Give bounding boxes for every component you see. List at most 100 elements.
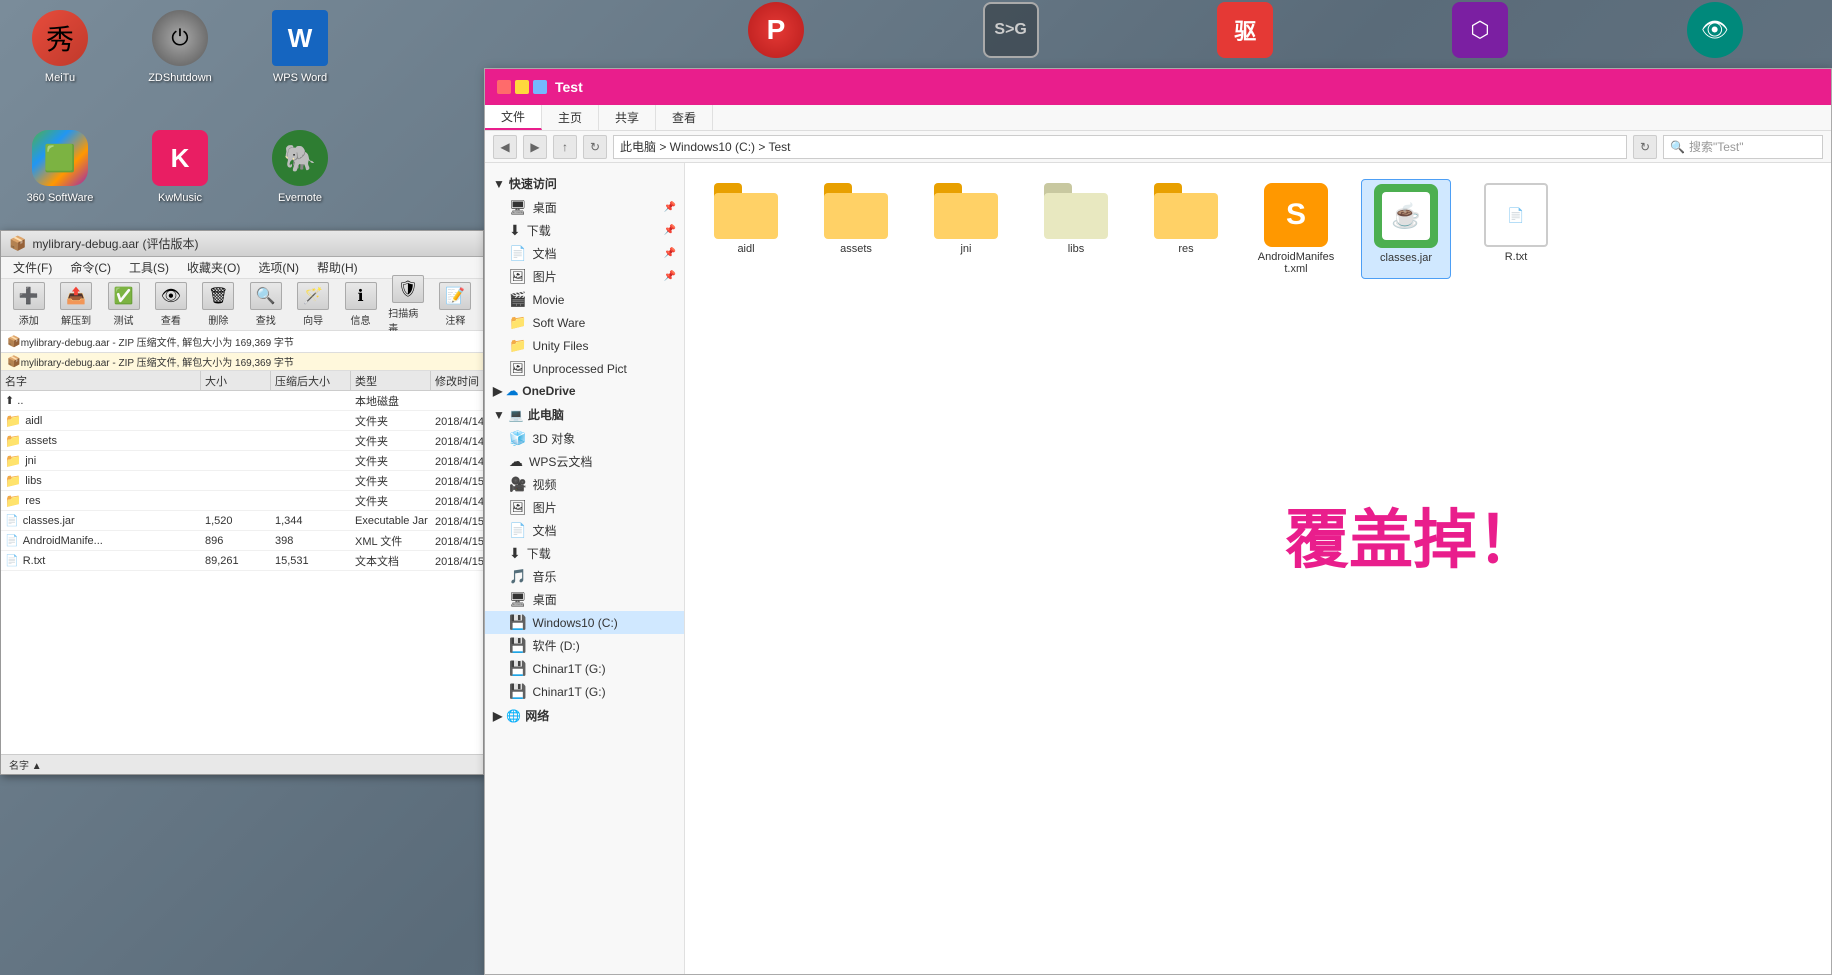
table-row[interactable]: 📄 AndroidManife... 896 398 XML 文件 2018/4… — [1, 531, 483, 551]
toolbar-wizard[interactable]: 🪄 向导 — [291, 280, 334, 329]
sidebar-item-wps-cloud[interactable]: ☁ WPS云文档 — [485, 450, 684, 473]
table-row[interactable]: 📁 res 文件夹 2018/4/14 星... — [1, 491, 483, 511]
sidebar-item-docs1[interactable]: 📄 文档 📌 — [485, 242, 684, 265]
row-modified: 2018/4/14 星... — [431, 411, 483, 430]
file-item-libs[interactable]: libs — [1031, 179, 1121, 279]
sidebar-item-music[interactable]: 🎵 音乐 — [485, 565, 684, 588]
desktop-icon-zdshutdown[interactable]: ⏻ ZDShutdown — [140, 10, 220, 84]
sidebar-section-pc[interactable]: ▼ 💻 此电脑 — [485, 402, 684, 427]
file-item-rtxt[interactable]: 📄 R.txt — [1471, 179, 1561, 279]
sidebar-item-docs2[interactable]: 📄 文档 — [485, 519, 684, 542]
taskbar-app-typify[interactable]: P — [748, 2, 804, 58]
nav-refresh[interactable]: ↻ — [583, 135, 607, 159]
ribbon-tab-file[interactable]: 文件 — [485, 105, 542, 130]
sidebar-item-downloads2[interactable]: ⬇ 下载 — [485, 542, 684, 565]
sidebar-section-quick-access[interactable]: ▼ 快速访问 — [485, 171, 684, 196]
sidebar-item-download1[interactable]: ⬇ 下载 📌 — [485, 219, 684, 242]
sidebar-section-onedrive[interactable]: ▶ ☁ OneDrive — [485, 380, 684, 402]
toolbar-comment[interactable]: 📝 注释 — [434, 280, 477, 329]
menu-help[interactable]: 帮助(H) — [309, 257, 366, 278]
taskbar-app-sublime[interactable]: S>G — [983, 2, 1039, 58]
nav-up[interactable]: ↑ — [553, 135, 577, 159]
table-row[interactable]: 📄 R.txt 89,261 15,531 文本文档 2018/4/15 星..… — [1, 551, 483, 571]
addr-refresh-btn[interactable]: ↻ — [1633, 135, 1657, 159]
row-compressed: 1,344 — [271, 511, 351, 530]
menu-fav[interactable]: 收藏夹(O) — [179, 257, 248, 278]
file-item-assets[interactable]: assets — [811, 179, 901, 279]
col-type[interactable]: 类型 — [351, 371, 431, 391]
sidebar-item-desktop2[interactable]: 🖥 桌面 — [485, 588, 684, 611]
docs2-icon: 📄 — [509, 522, 526, 539]
rtxt-icon: 📄 — [1484, 183, 1548, 247]
menu-options[interactable]: 选项(N) — [250, 257, 307, 278]
row-name: 📁 aidl — [1, 411, 201, 430]
desktop-icon-meitu[interactable]: 秀 MeiTu — [20, 10, 100, 84]
toolbar-view[interactable]: 👁 查看 — [149, 280, 192, 329]
sidebar-item-chinar1[interactable]: 💾 Chinar1T (G:) — [485, 657, 684, 680]
comment-icon: 📝 — [439, 282, 471, 310]
address-path[interactable]: 此电脑 > Windows10 (C:) > Test — [613, 135, 1627, 159]
sidebar-item-video[interactable]: 🎥 视频 — [485, 473, 684, 496]
table-row[interactable]: 📁 jni 文件夹 2018/4/14 星... — [1, 451, 483, 471]
nav-back[interactable]: ◀ — [493, 135, 517, 159]
winrar-info-icon: 📦 — [7, 355, 21, 368]
col-size[interactable]: 大小 — [201, 371, 271, 391]
desktop-icon-kwmusic[interactable]: K KwMusic — [140, 130, 220, 204]
toolbar-add[interactable]: ➕ 添加 — [7, 280, 50, 329]
taskbar-app-driver[interactable]: 驱 — [1217, 2, 1273, 58]
sidebar-item-software[interactable]: 📁 Soft Ware — [485, 311, 684, 334]
sidebar-item-soft-d[interactable]: 💾 软件 (D:) — [485, 634, 684, 657]
aidl-label: aidl — [737, 243, 754, 255]
ribbon-tab-home[interactable]: 主页 — [542, 105, 599, 130]
toolbar-scan[interactable]: 🛡 扫描病毒 — [386, 273, 429, 337]
sidebar-item-pics1[interactable]: 🖼 图片 📌 — [485, 265, 684, 288]
winrar-file-list[interactable]: ⬆ .. 本地磁盘 📁 aidl 文件夹 2018/4/14 星... 📁 as… — [1, 391, 483, 754]
file-item-res[interactable]: res — [1141, 179, 1231, 279]
title-dot-blue — [533, 80, 547, 94]
sidebar-item-unity[interactable]: 📁 Unity Files — [485, 334, 684, 357]
sidebar-item-win10c[interactable]: 💾 Windows10 (C:) — [485, 611, 684, 634]
desktop-icon-wps[interactable]: W WPS Word — [260, 10, 340, 84]
winrar-title-text: mylibrary-debug.aar (评估版本) — [32, 235, 198, 252]
file-item-classesjar[interactable]: ☕ classes.jar — [1361, 179, 1451, 279]
sidebar-item-desktop1[interactable]: 🖥 桌面 📌 — [485, 196, 684, 219]
file-item-aidl[interactable]: aidl — [701, 179, 791, 279]
row-compressed — [271, 411, 351, 430]
menu-file[interactable]: 文件(F) — [5, 257, 60, 278]
menu-cmd[interactable]: 命令(C) — [62, 257, 119, 278]
wizard-label: 向导 — [303, 312, 323, 327]
ribbon-tab-share[interactable]: 共享 — [599, 105, 656, 130]
toolbar-info[interactable]: ℹ 信息 — [339, 280, 382, 329]
toolbar-find[interactable]: 🔍 查找 — [244, 280, 287, 329]
toolbar-extract[interactable]: 📤 解压到 — [54, 280, 97, 329]
sidebar-item-unprocessed[interactable]: 🖼 Unprocessed Pict — [485, 357, 684, 380]
sidebar-item-chinar2[interactable]: 💾 Chinar1T (G:) — [485, 680, 684, 703]
taskbar-app-vs[interactable]: ⬡ — [1452, 2, 1508, 58]
row-size — [201, 411, 271, 430]
file-item-jni[interactable]: jni — [921, 179, 1011, 279]
col-compressed[interactable]: 压缩后大小 — [271, 371, 351, 391]
sidebar-section-network[interactable]: ▶ 🌐 网络 — [485, 703, 684, 728]
info-icon: ℹ — [345, 282, 377, 310]
toolbar-delete[interactable]: 🗑 删除 — [197, 280, 240, 329]
ribbon-tab-view[interactable]: 查看 — [656, 105, 713, 130]
search-box[interactable]: 🔍 搜索"Test" — [1663, 135, 1823, 159]
col-name[interactable]: 名字 — [1, 371, 201, 391]
sidebar-item-3d[interactable]: 🧊 3D 对象 — [485, 427, 684, 450]
file-item-androidmanifest[interactable]: S AndroidManifest.xml — [1251, 179, 1341, 279]
table-row[interactable]: ⬆ .. 本地磁盘 — [1, 391, 483, 411]
toolbar-test[interactable]: ✅ 测试 — [102, 280, 145, 329]
desktop-icon-evernote[interactable]: 🐘 Evernote — [260, 130, 340, 204]
menu-tools[interactable]: 工具(S) — [121, 257, 177, 278]
table-row[interactable]: 📁 libs 文件夹 2018/4/15 星... — [1, 471, 483, 491]
table-row[interactable]: 📄 classes.jar 1,520 1,344 Executable Jar… — [1, 511, 483, 531]
pc-chevron: ▼ — [493, 408, 505, 422]
table-row[interactable]: 📁 assets 文件夹 2018/4/14 星... — [1, 431, 483, 451]
table-row[interactable]: 📁 aidl 文件夹 2018/4/14 星... — [1, 411, 483, 431]
desktop-icon-360[interactable]: 🟩 360 SoftWare — [20, 130, 100, 204]
taskbar-app-eye[interactable]: 👁 — [1687, 2, 1743, 58]
sidebar-item-movie[interactable]: 🎬 Movie — [485, 288, 684, 311]
sidebar-item-pics2[interactable]: 🖼 图片 — [485, 496, 684, 519]
row-type: 本地磁盘 — [351, 391, 431, 410]
nav-forward[interactable]: ▶ — [523, 135, 547, 159]
